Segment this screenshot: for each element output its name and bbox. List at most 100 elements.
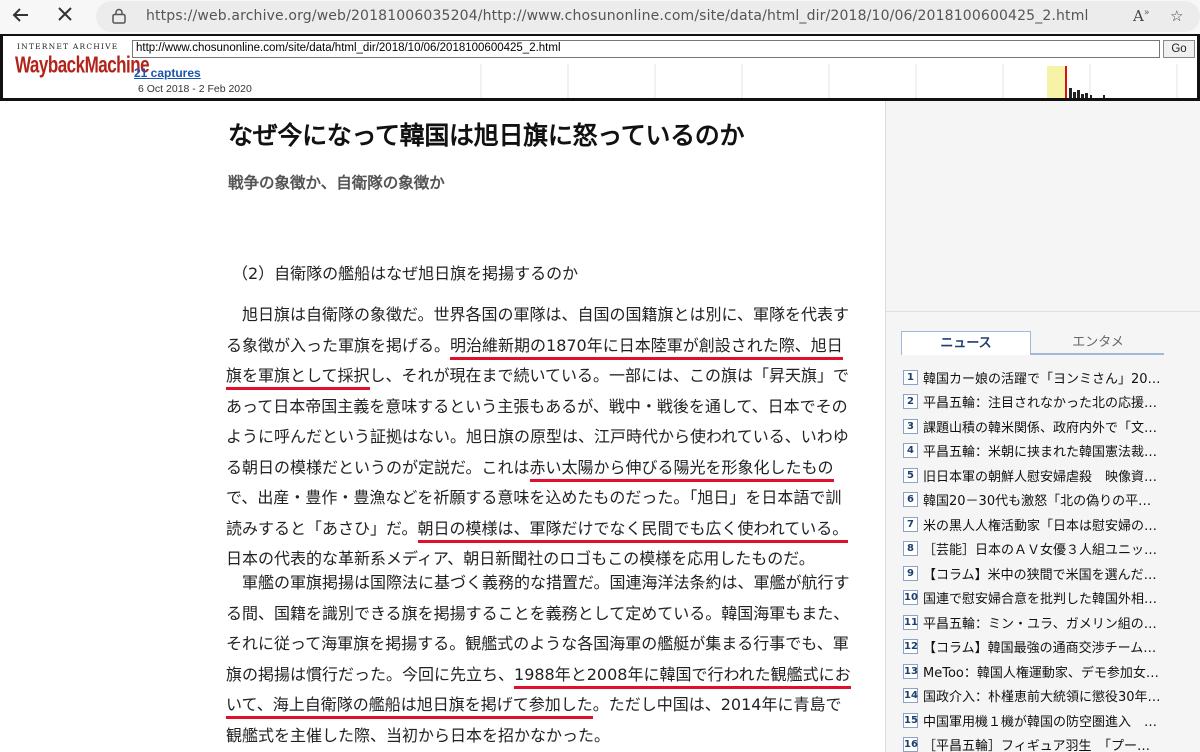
news-headline-link[interactable]: ［芸能］日本のＡＶ女優３人組ユニッ… bbox=[923, 539, 1157, 558]
rank-number: 2 bbox=[903, 394, 918, 410]
internet-archive-label: INTERNET ARCHIVE bbox=[17, 42, 119, 51]
rank-number: 1 bbox=[903, 369, 918, 385]
news-headline-link[interactable]: 平昌五輪：ミン・ユラ、ガメリン組の… bbox=[923, 613, 1157, 632]
news-item[interactable]: 15 中国軍用機１機が韓国の防空圏進入 … bbox=[903, 708, 1183, 733]
wayback-url-input[interactable]: http://www.chosunonline.com/site/data/ht… bbox=[132, 40, 1160, 58]
rank-number: 6 bbox=[903, 492, 918, 508]
news-headline-link[interactable]: 韓国20－30代も激怒「北の偽りの平… bbox=[923, 490, 1151, 509]
rank-number: 12 bbox=[903, 639, 918, 655]
sidebar-divider bbox=[886, 311, 1200, 312]
news-item[interactable]: 8 ［芸能］日本のＡＶ女優３人組ユニッ… bbox=[903, 537, 1183, 562]
text-segment: で、出産・豊作・豊漁などを祈願する意味を込めたものだった。「旭日」を日本語で訓 bbox=[226, 488, 842, 507]
paragraph-line: る朝日の模様だというのが定説だ。これは赤い太陽から伸びる陽光を形象化したもの bbox=[226, 453, 866, 484]
article-paragraph-1: 旭日旗は自衛隊の象徴だ。世界各国の軍隊は、自国の国籍旗とは別に、軍隊を代表す る象… bbox=[226, 300, 866, 575]
article-paragraph-2: 軍艦の軍旗掲揚は国際法に基づく義務的な措置だ。国連海洋法条約は、軍艦が航行す る間… bbox=[226, 568, 866, 751]
paragraph-line: いて、海上自衛隊の艦船は旭日旗を掲げて参加した。ただし中国は、2014年に青島で bbox=[226, 690, 866, 721]
browser-toolbar: https://web.archive.org/web/201810060352… bbox=[0, 0, 1200, 34]
news-item[interactable]: 6 韓国20－30代も激怒「北の偽りの平… bbox=[903, 488, 1183, 513]
news-headline-link[interactable]: 旧日本軍の朝鮮人慰安婦虐殺 映像資… bbox=[923, 466, 1157, 485]
news-item[interactable]: 13 MeToo：韓国人権運動家、デモ参加女… bbox=[903, 659, 1183, 684]
news-item[interactable]: 12 【コラム】韓国最強の通商交渉チーム… bbox=[903, 635, 1183, 660]
news-item[interactable]: 11 平昌五輪：ミン・ユラ、ガメリン組の… bbox=[903, 610, 1183, 635]
rank-number: 7 bbox=[903, 516, 918, 532]
paragraph-line: 読みすると「あさひ」だ。朝日の模様は、軍隊だけでなく民間でも広く使われている。 bbox=[226, 514, 866, 545]
rank-number: 14 bbox=[903, 688, 918, 704]
news-item[interactable]: 14 国政介入：朴槿恵前大統領に懲役30年… bbox=[903, 684, 1183, 709]
capture-sparkline[interactable] bbox=[243, 64, 1195, 98]
news-headline-link[interactable]: 韓国カー娘の活躍で「ヨンミさん」20… bbox=[923, 368, 1161, 387]
news-item[interactable]: 7 米の黒人人権活動家「日本は慰安婦の… bbox=[903, 512, 1183, 537]
text-segment: 日本の代表的な革新系メディア、朝日新聞社のロゴもこの模様を応用したものだ。 bbox=[226, 549, 815, 568]
section-heading: （2）自衛隊の艦船はなぜ旭日旗を掲揚するのか bbox=[232, 264, 579, 283]
highlighted-text: いて、海上自衛隊の艦船は旭日旗を掲げて参加した bbox=[226, 695, 593, 719]
news-headline-link[interactable]: ［平昌五輪］フィギュア羽生 「プー… bbox=[923, 735, 1150, 752]
go-button[interactable]: Go bbox=[1163, 40, 1195, 58]
rank-number: 13 bbox=[903, 663, 918, 679]
text-segment: 観艦式を主催した際、当初から日本を招かなかった。 bbox=[226, 725, 611, 745]
news-headline-link[interactable]: MeToo：韓国人権運動家、デモ参加女… bbox=[923, 662, 1159, 681]
paragraph-line: 軍艦の軍旗掲揚は国際法に基づく義務的な措置だ。国連海洋法条約は、軍艦が航行す bbox=[226, 568, 866, 599]
rank-number: 10 bbox=[903, 590, 918, 606]
captures-link[interactable]: 21 captures bbox=[134, 66, 201, 80]
news-headline-link[interactable]: 平昌五輪：注目されなかった北の応援… bbox=[923, 392, 1157, 411]
add-favorite-icon[interactable]: ☆ bbox=[1170, 7, 1183, 25]
paragraph-line: 旭日旗は自衛隊の象徴だ。世界各国の軍隊は、自国の国籍旗とは別に、軍隊を代表す bbox=[226, 300, 866, 331]
news-item[interactable]: 1 韓国カー娘の活躍で「ヨンミさん」20… bbox=[903, 365, 1183, 390]
news-item[interactable]: 2 平昌五輪：注目されなかった北の応援… bbox=[903, 390, 1183, 415]
article-title: なぜ今になって韓国は旭日旗に怒っているのか bbox=[228, 121, 745, 150]
highlighted-text: 明治維新期の1870年に日本陸軍が創設された際、旭日 bbox=[450, 335, 843, 360]
paragraph-line: 旗を軍旗として採択し、それが現在まで続いている。一部には、この旗は「昇天旗」で bbox=[226, 361, 866, 392]
text-segment: る間、国籍を識別できる旗を掲揚することを義務として定めている。韓国海軍もまた、 bbox=[226, 603, 850, 623]
back-arrow-icon[interactable] bbox=[6, 4, 36, 30]
text-segment: 軍艦の軍旗掲揚は国際法に基づく義務的な措置だ。国連海洋法条約は、軍艦が航行す bbox=[226, 573, 850, 592]
rank-number: 4 bbox=[903, 443, 918, 459]
text-segment: 旗の掲揚は慣行だった。今回に先立ち、 bbox=[226, 664, 515, 684]
wayback-logo[interactable]: WaybackMachine bbox=[15, 52, 150, 79]
rank-number: 9 bbox=[903, 565, 918, 581]
news-item[interactable]: 3 課題山積の韓米関係、政府内外で「文… bbox=[903, 414, 1183, 439]
rank-number: 8 bbox=[903, 541, 918, 557]
news-item[interactable]: 10 国連で慰安婦合意を批判した韓国外相… bbox=[903, 586, 1183, 611]
text-segment: る象徴が入った軍旗を掲げる。 bbox=[226, 335, 451, 355]
text-segment: る朝日の模様だというのが定説だ。これは bbox=[226, 457, 530, 477]
news-headline-link[interactable]: 【コラム】韓国最強の通商交渉チーム… bbox=[923, 637, 1156, 656]
wayback-toolbar: INTERNET ARCHIVE WaybackMachine http://w… bbox=[0, 34, 1200, 101]
capture-date-range: 6 Oct 2018 - 2 Feb 2020 bbox=[138, 83, 252, 95]
news-item[interactable]: 4 平昌五輪：米朝に挟まれた韓国憲法裁… bbox=[903, 439, 1183, 464]
news-item[interactable]: 16 ［平昌五輪］フィギュア羽生 「プー… bbox=[903, 733, 1183, 752]
tab-news[interactable]: ニュース bbox=[901, 331, 1031, 355]
news-headline-link[interactable]: 課題山積の韓米関係、政府内外で「文… bbox=[923, 417, 1157, 436]
news-headline-link[interactable]: 【コラム】米中の狭間で米国を選んだ… bbox=[923, 564, 1157, 583]
sidebar: ニュース エンタメ 1 韓国カー娘の活躍で「ヨンミさん」20… 2 平昌五輪：注目され… bbox=[885, 101, 1200, 752]
highlighted-text: 赤い太陽から伸びる陽光を形象化したもの bbox=[529, 457, 834, 482]
news-headline-link[interactable]: 国政介入：朴槿恵前大統領に懲役30年… bbox=[923, 686, 1161, 705]
paragraph-line: あって日本帝国主義を意味するという主張もあるが、戦中・戦後を通して、日本でその bbox=[226, 392, 866, 423]
highlighted-text: 朝日の模様は、軍隊だけでなく民間でも広く使われている。 bbox=[417, 518, 849, 543]
read-aloud-icon[interactable]: A» bbox=[1133, 7, 1149, 25]
news-headline-link[interactable]: 中国軍用機１機が韓国の防空圏進入 … bbox=[923, 711, 1157, 730]
rank-number: 3 bbox=[903, 418, 918, 434]
news-headline-link[interactable]: 平昌五輪：米朝に挟まれた韓国憲法裁… bbox=[923, 441, 1157, 460]
text-segment: それに従って海軍旗を掲揚する。観艦式のような各国海軍の艦艇が集まる行事でも、軍 bbox=[226, 634, 849, 653]
rank-number: 16 bbox=[903, 737, 918, 752]
news-headline-link[interactable]: 国連で慰安婦合意を批判した韓国外相… bbox=[923, 588, 1157, 607]
news-item[interactable]: 5 旧日本軍の朝鮮人慰安婦虐殺 映像資… bbox=[903, 463, 1183, 488]
tab-entame[interactable]: エンタメ bbox=[1033, 331, 1163, 355]
rank-number: 11 bbox=[903, 614, 918, 630]
article-subtitle: 戦争の象徴か、自衛隊の象徴か bbox=[228, 174, 445, 192]
paragraph-line: それに従って海軍旗を掲揚する。観艦式のような各国海軍の艦艇が集まる行事でも、軍 bbox=[226, 629, 866, 660]
paragraph-line: 旗の掲揚は慣行だった。今回に先立ち、1988年と2008年に韓国で行われた観艦式… bbox=[226, 660, 866, 691]
news-ranking-list: 1 韓国カー娘の活躍で「ヨンミさん」20… 2 平昌五輪：注目されなかった北の応援… 3… bbox=[903, 365, 1183, 752]
news-item[interactable]: 9 【コラム】米中の狭間で米国を選んだ… bbox=[903, 561, 1183, 586]
sidebar-tabs: ニュース エンタメ bbox=[901, 331, 1164, 355]
stop-loading-icon[interactable] bbox=[50, 4, 80, 30]
rank-number: 5 bbox=[903, 467, 918, 483]
text-segment: あって日本帝国主義を意味するという主張もあるが、戦中・戦後を通して、日本でその bbox=[226, 396, 848, 416]
address-url[interactable]: https://web.archive.org/web/201810060352… bbox=[146, 8, 1089, 24]
address-bar[interactable]: https://web.archive.org/web/201810060352… bbox=[96, 1, 1200, 32]
text-segment: 旭日旗は自衛隊の象徴だ。世界各国の軍隊は、自国の国籍旗とは別に、軍隊を代表す bbox=[226, 305, 850, 324]
paragraph-line: る間、国籍を識別できる旗を掲揚することを義務として定めている。韓国海軍もまた、 bbox=[226, 599, 866, 630]
news-headline-link[interactable]: 米の黒人人権活動家「日本は慰安婦の… bbox=[923, 515, 1157, 534]
paragraph-line: 観艦式を主催した際、当初から日本を招かなかった。 bbox=[226, 721, 866, 752]
highlighted-text: 1988年と2008年に韓国で行われた観艦式にお bbox=[514, 664, 851, 689]
